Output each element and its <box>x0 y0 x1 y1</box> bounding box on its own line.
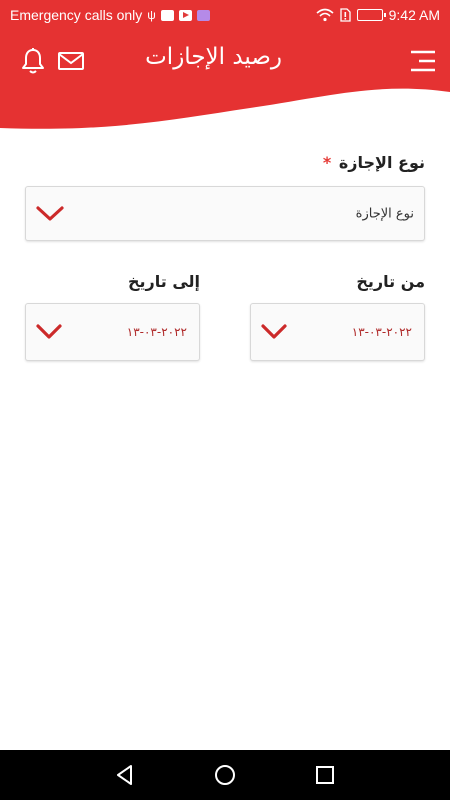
system-navigation-bar <box>0 750 450 800</box>
wifi-icon <box>316 8 334 22</box>
home-button[interactable] <box>212 762 238 788</box>
leave-type-value: نوع الإجازة <box>355 206 414 221</box>
leave-type-select[interactable]: نوع الإجازة <box>25 186 425 241</box>
chevron-down-icon <box>36 324 62 339</box>
app-toolbar: رصيد الإجازات <box>0 32 450 92</box>
leave-balance-screen: Emergency calls only ψ 9:42 AM رصيد الإج… <box>0 0 450 800</box>
notifications-button[interactable] <box>18 46 48 76</box>
sim-icon <box>339 8 351 22</box>
chevron-down-icon <box>261 324 287 339</box>
chevron-down-icon <box>36 205 64 221</box>
messages-button[interactable] <box>56 46 86 76</box>
mail-icon <box>58 52 84 70</box>
from-date-value: ٢٠٢٢-٠٣-١٣ <box>351 325 412 339</box>
to-date-value: ٢٠٢٢-٠٣-١٣ <box>126 325 187 339</box>
page-title: رصيد الإجازات <box>145 44 282 70</box>
back-button[interactable] <box>112 762 138 788</box>
leave-type-label-text: نوع الإجازة <box>338 153 425 172</box>
carrier-text: Emergency calls only <box>10 7 143 23</box>
header-background: Emergency calls only ψ 9:42 AM رصيد الإج… <box>0 0 450 135</box>
music-icon <box>196 9 210 21</box>
from-date-picker[interactable]: ٢٠٢٢-٠٣-١٣ <box>250 303 425 361</box>
leave-type-label: نوع الإجازة * <box>323 153 425 172</box>
home-icon <box>215 765 235 785</box>
battery-icon <box>356 9 386 21</box>
recents-button[interactable] <box>312 762 338 788</box>
to-date-picker[interactable]: ٢٠٢٢-٠٣-١٣ <box>25 303 200 361</box>
bell-icon <box>22 48 44 74</box>
menu-button[interactable] <box>408 46 438 76</box>
menu-icon <box>411 50 435 72</box>
required-mark: * <box>322 153 332 172</box>
recents-icon <box>316 766 334 784</box>
clock: 9:42 AM <box>388 7 440 23</box>
notification-app-icon <box>160 9 174 21</box>
usb-icon: ψ <box>147 8 156 22</box>
back-icon <box>117 765 132 785</box>
to-date-label: إلى تاريخ <box>127 272 200 291</box>
youtube-icon <box>178 9 192 21</box>
from-date-label: من تاريخ <box>356 272 425 291</box>
status-bar: Emergency calls only ψ 9:42 AM <box>0 0 450 32</box>
